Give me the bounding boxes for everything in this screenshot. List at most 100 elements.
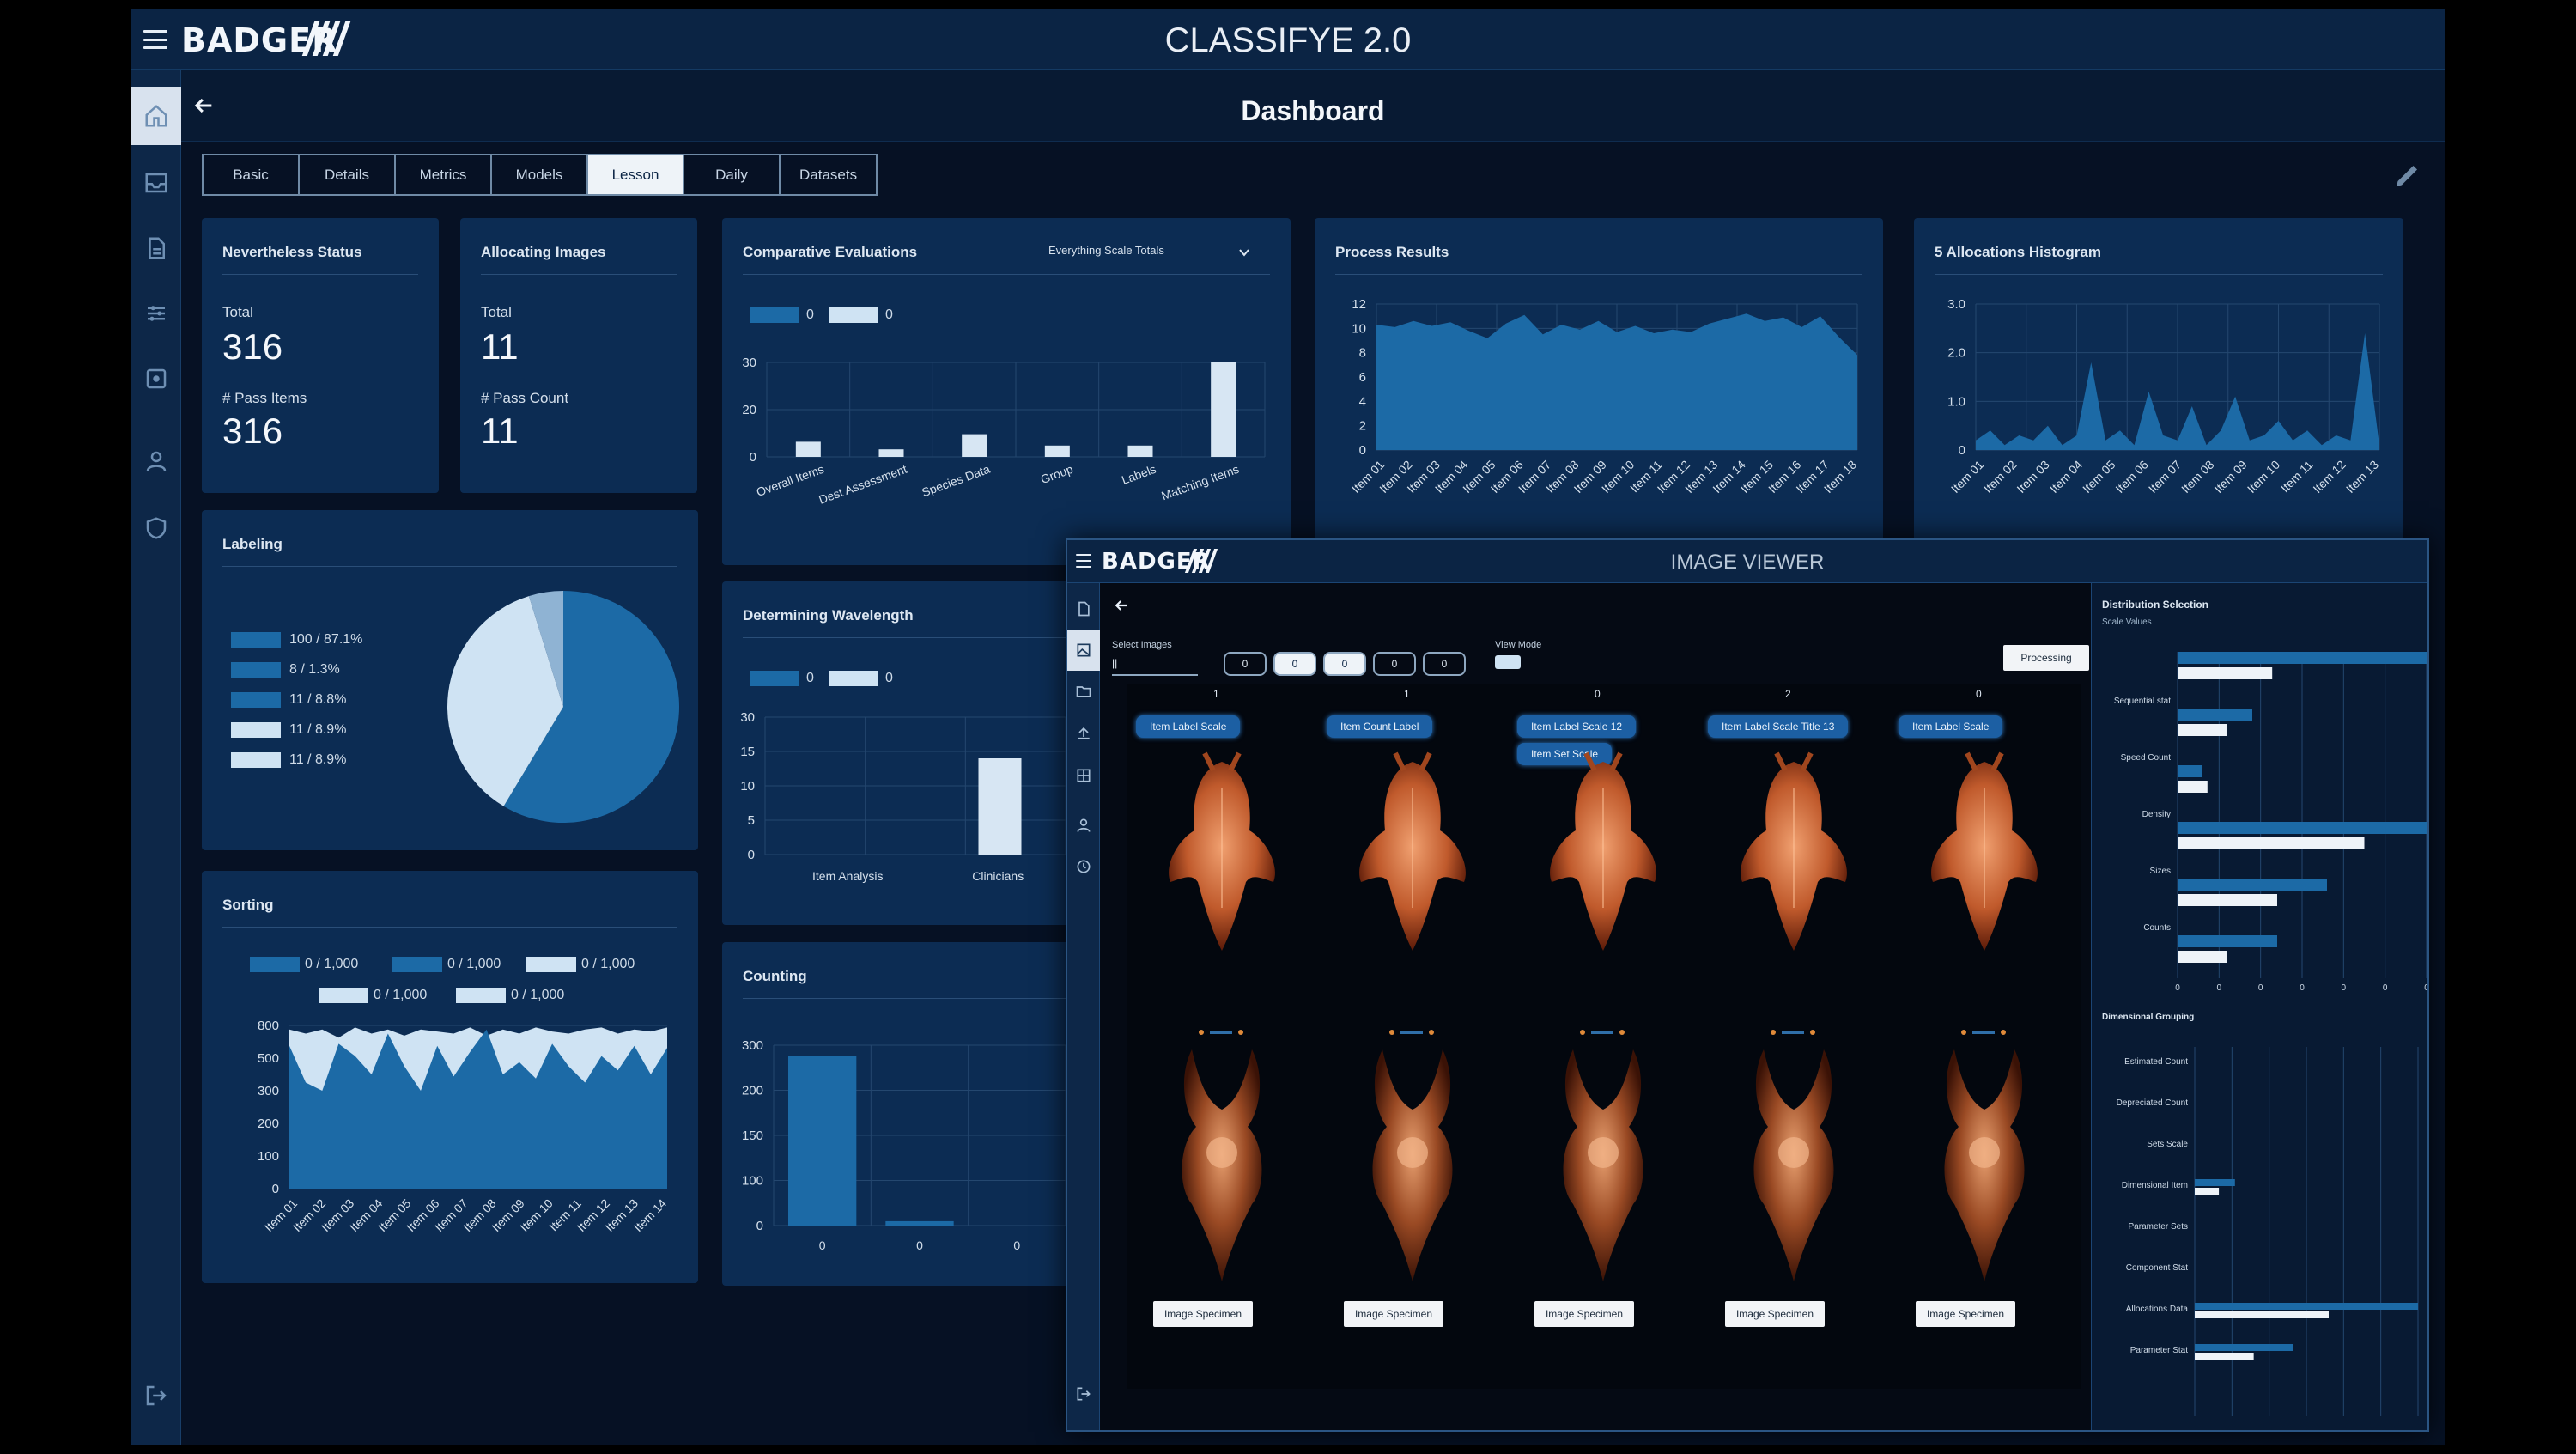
y-tick-label: 15 <box>740 745 755 759</box>
edit-icon[interactable] <box>2390 161 2424 192</box>
viewer-sidebar-logout[interactable] <box>1067 1373 1100 1414</box>
filter-pill[interactable]: 0 <box>1423 652 1466 676</box>
specimen-tag[interactable]: Item Label Scale <box>1899 715 2003 738</box>
specimen-tag[interactable]: Item Label Scale <box>1136 715 1241 738</box>
y-tick-label: 100 <box>258 1149 279 1164</box>
card-title: Process Results <box>1335 244 1449 260</box>
filter-pill[interactable]: 0 <box>1224 652 1267 676</box>
sidebar-item-settings[interactable] <box>131 350 181 408</box>
viewer-sidebar-item[interactable] <box>1067 755 1100 796</box>
legend-label: 8 / 1.3% <box>289 662 340 677</box>
document-icon <box>1078 601 1090 617</box>
specimen-image-top[interactable] <box>1526 736 1680 959</box>
viewer-sidebar-item[interactable] <box>1067 671 1100 712</box>
viewer-sidebar-item[interactable] <box>1067 846 1100 887</box>
sidebar-item-filters[interactable] <box>131 284 181 343</box>
app-window: BADGER CLASSIFYE 2.0 Dashboard Basic Det… <box>131 9 2445 1445</box>
y-tick-label: 10 <box>740 779 755 794</box>
specimen-image-top[interactable] <box>1145 736 1299 959</box>
tab-daily[interactable]: Daily <box>684 155 781 194</box>
tab-models[interactable]: Models <box>492 155 588 194</box>
row-label: Parameter Sets <box>2129 1222 2188 1232</box>
column-number: 1 <box>1404 688 1410 700</box>
sidebar-item-documents[interactable] <box>131 219 181 277</box>
bar <box>2178 837 2365 849</box>
y-tick-label: 200 <box>258 1116 279 1131</box>
specimen-image-bottom[interactable] <box>1907 1041 2062 1299</box>
bar <box>962 434 987 457</box>
x-tick-label: 0 <box>2342 983 2347 993</box>
divider <box>743 274 1270 275</box>
process-results-card: Process Results 12 10 8 6 4 2 0 Item 01 Item 02 I… <box>1315 218 1883 558</box>
image-icon <box>1077 643 1091 657</box>
legend-swatch <box>231 632 281 648</box>
specimen-tag[interactable]: Item Label Scale Title 13 <box>1708 715 1849 738</box>
filter-pill[interactable]: 0 <box>1323 652 1366 676</box>
specimen-tag[interactable]: Item Label Scale 12 <box>1517 715 1637 738</box>
viewer-sidebar-item[interactable] <box>1067 805 1100 846</box>
legend-swatch <box>456 988 506 1003</box>
filter-pill[interactable]: 0 <box>1373 652 1416 676</box>
bar <box>2178 935 2277 947</box>
panel-subtitle: Scale Values <box>2102 617 2152 627</box>
specimen-image-top[interactable] <box>1335 736 1490 959</box>
processing-button[interactable]: Processing <box>2003 645 2089 671</box>
specimen-tag[interactable]: Item Count Label <box>1327 715 1433 738</box>
search-input[interactable]: || <box>1112 654 1198 676</box>
x-tick-label: Item 07 <box>2146 458 2184 496</box>
viewer-sidebar-item[interactable] <box>1067 588 1100 630</box>
legend-label: 0 <box>806 671 814 685</box>
filter-pill[interactable]: 0 <box>1273 652 1316 676</box>
legend-label: 0 / 1,000 <box>305 957 359 971</box>
sidebar-item-security[interactable] <box>131 499 181 557</box>
specimen-caption: Image Specimen <box>1344 1301 1443 1327</box>
divider <box>743 998 1071 999</box>
tab-details[interactable]: Details <box>300 155 396 194</box>
sidebar-item-logout[interactable] <box>131 1366 181 1425</box>
view-toggle[interactable] <box>1495 655 1521 669</box>
tab-datasets[interactable]: Datasets <box>781 155 876 194</box>
bar <box>788 1056 857 1226</box>
specimen-image-top[interactable] <box>1907 736 2062 959</box>
x-tick-label: Item 05 <box>2080 458 2117 496</box>
bar <box>878 449 904 457</box>
viewer-sidebar-item[interactable] <box>1067 712 1100 753</box>
tab-lesson[interactable]: Lesson <box>588 155 684 194</box>
specimen-image-bottom[interactable] <box>1335 1041 1490 1299</box>
x-tick-label: 0 <box>2217 983 2222 993</box>
x-tick-label: Item 01 <box>1948 458 1986 496</box>
sidebar-item-inbox[interactable] <box>131 154 181 212</box>
bar <box>795 441 821 457</box>
sliders-icon <box>148 306 165 321</box>
x-tick-label: Item 04 <box>2047 458 2085 496</box>
x-tick-label: Clinicians <box>972 869 1024 883</box>
sidebar-item-home[interactable] <box>131 87 181 145</box>
y-tick-label: 150 <box>742 1129 763 1143</box>
viewer-title: IMAGE VIEWER <box>1670 551 1825 574</box>
legend-label: 0 / 1,000 <box>447 957 501 971</box>
tab-basic[interactable]: Basic <box>204 155 300 194</box>
back-arrow-icon[interactable] <box>1112 597 1131 614</box>
wavelength-card: Determining Wavelength 0 0 30 15 10 5 0 Item … <box>722 581 1091 925</box>
specimen-image-bottom[interactable] <box>1145 1041 1299 1299</box>
area-chart-sorting: 8005003002001000Item 01Item 02Item 03Ite… <box>258 1019 669 1234</box>
x-tick-label: Item 13 <box>2343 458 2381 496</box>
pie-chart-labeling <box>447 591 679 823</box>
chevron-down-icon[interactable] <box>1237 247 1251 258</box>
sidebar-item-users[interactable] <box>131 432 181 490</box>
bar <box>2178 724 2227 736</box>
specimen-image-bottom[interactable] <box>1716 1041 1871 1299</box>
viewer-sidebar-item-active[interactable] <box>1067 630 1100 671</box>
card-title: Determining Wavelength <box>743 607 914 624</box>
y-tick-label: 0 <box>756 1219 763 1233</box>
search-label: Select Images <box>1112 640 1172 650</box>
specimen-image-top[interactable] <box>1716 736 1871 959</box>
divider <box>222 566 677 567</box>
specimen-image-bottom[interactable] <box>1526 1041 1680 1299</box>
legend-swatch <box>750 307 799 323</box>
specimen-grid: 1 Item Label Scale Image Specimen 1 Item Co… <box>1127 684 2081 1389</box>
marker-dots <box>1199 1030 1243 1035</box>
y-tick-label: 5 <box>748 813 755 828</box>
x-tick-label: Item 12 <box>2310 458 2348 496</box>
tab-metrics[interactable]: Metrics <box>396 155 492 194</box>
